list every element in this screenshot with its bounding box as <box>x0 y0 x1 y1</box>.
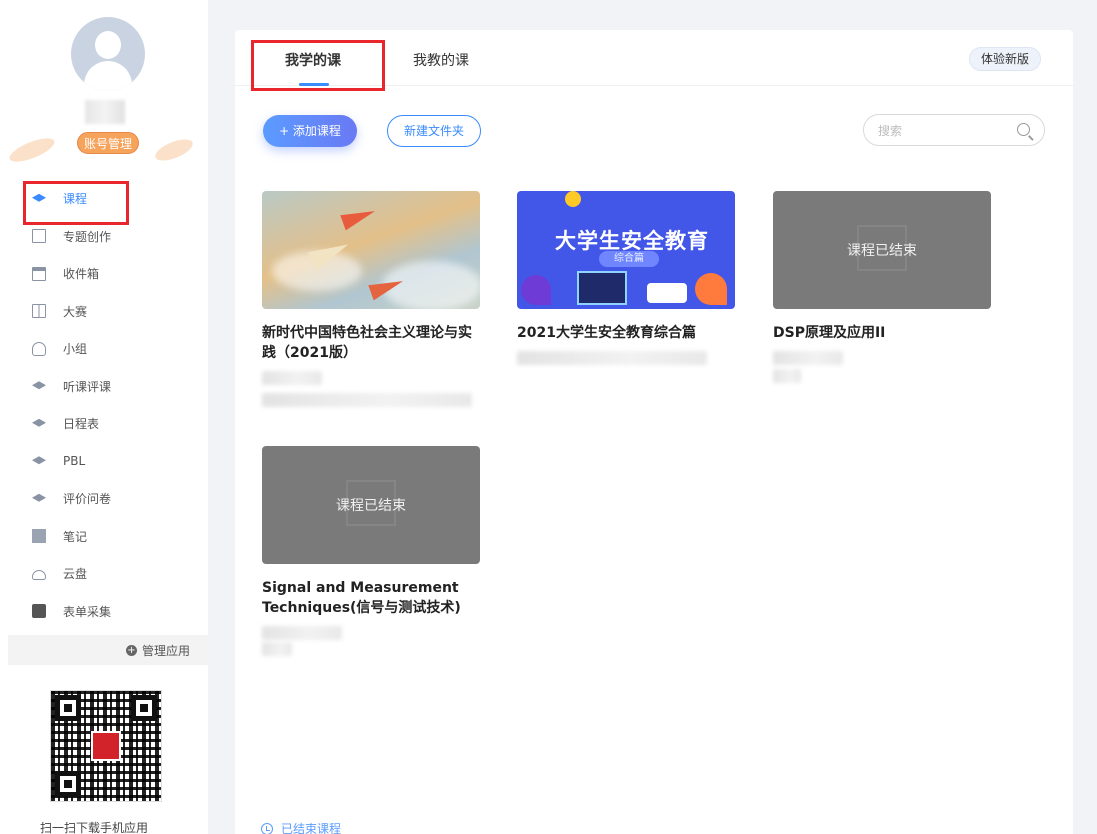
sidebar-item-contest[interactable]: 大赛 <box>0 293 208 331</box>
sidebar-item-label: 表单采集 <box>63 604 112 619</box>
tab-active-indicator <box>299 83 329 86</box>
avatar-head <box>95 31 121 59</box>
group-icon <box>32 341 46 356</box>
profile-panel: 账号管理 <box>0 0 208 172</box>
sidebar-item-survey[interactable]: 评价问卷 <box>0 480 208 518</box>
course-card[interactable]: 大学生安全教育 综合篇 2021大学生安全教育综合篇 <box>517 191 735 365</box>
sidebar-item-lesson-review[interactable]: 听课评课 <box>0 368 208 406</box>
paper-plane-icon <box>340 203 378 231</box>
graduation-cap-icon <box>32 454 46 468</box>
sidebar-item-label: 课程 <box>63 192 88 207</box>
ended-courses-link[interactable]: 已结束课程 <box>261 820 341 834</box>
course-teacher-blurred <box>773 351 843 365</box>
course-cover-paper-planes[interactable] <box>262 191 480 309</box>
sidebar-item-label: 专题创作 <box>63 229 112 244</box>
course-cover-safety-education[interactable]: 大学生安全教育 综合篇 <box>517 191 735 309</box>
course-info-blurred <box>517 351 707 365</box>
ended-courses-label: 已结束课程 <box>281 822 342 834</box>
sidebar-item-form-collection[interactable]: 表单采集 <box>0 593 208 631</box>
course-card[interactable]: 新时代中国特色社会主义理论与实践（2021版） <box>262 191 480 407</box>
cover-tag: 综合篇 <box>599 251 659 267</box>
course-cover-ended[interactable]: 课程已结束 <box>773 191 991 309</box>
sidebar-item-group[interactable]: 小组 <box>0 330 208 368</box>
sidebar-item-label: 日程表 <box>63 417 100 432</box>
cover-sun <box>565 191 581 207</box>
course-title[interactable]: 新时代中国特色社会主义理论与实践（2021版） <box>262 323 480 363</box>
search-input[interactable] <box>878 121 998 141</box>
search-icon[interactable] <box>1017 123 1030 136</box>
cloud-icon <box>32 570 46 581</box>
tab-bar: 我学的课 我教的课 体验新版 <box>235 30 1073 86</box>
cover-screen <box>577 271 627 305</box>
account-manage-button[interactable]: 账号管理 <box>77 132 139 154</box>
cover-leaf <box>695 273 727 305</box>
avatar-body <box>84 61 132 91</box>
course-teacher-blurred <box>262 626 342 640</box>
qr-code <box>50 690 162 802</box>
course-card[interactable]: 课程已结束 DSP原理及应用II <box>773 191 991 383</box>
course-info-blurred <box>262 393 472 407</box>
sidebar-item-label: 收件箱 <box>63 267 100 282</box>
inbox-icon <box>32 266 46 281</box>
note-icon <box>32 529 46 544</box>
add-course-button[interactable]: + 添加课程 <box>263 115 357 147</box>
new-folder-button[interactable]: 新建文件夹 <box>387 115 481 147</box>
cover-leaf <box>521 275 551 305</box>
video-icon <box>32 604 46 619</box>
sidebar-item-courses[interactable]: 课程 <box>0 180 208 218</box>
course-card[interactable]: 课程已结束 Signal and Measurement Techniques(… <box>262 446 480 656</box>
clock-icon <box>261 822 273 834</box>
qr-corner <box>55 771 81 797</box>
sidebar-item-label: 听课评课 <box>63 379 112 394</box>
search-box <box>863 114 1045 146</box>
sidebar-item-label: 云盘 <box>63 567 88 582</box>
cover-book <box>647 283 687 303</box>
sidebar-item-topic-creation[interactable]: 专题创作 <box>0 218 208 256</box>
avatar[interactable] <box>71 17 145 91</box>
course-title[interactable]: DSP原理及应用II <box>773 323 991 343</box>
qr-corner <box>131 695 157 721</box>
app-logo-icon <box>91 731 121 761</box>
qr-corner <box>55 695 81 721</box>
sidebar-item-label: 小组 <box>63 342 88 357</box>
sidebar-item-label: PBL <box>63 454 86 469</box>
course-info-blurred <box>262 642 292 656</box>
window-icon <box>32 229 46 244</box>
graduation-cap-icon <box>32 417 46 431</box>
plus-circle-icon: + <box>125 644 137 656</box>
manage-apps-button[interactable]: + 管理应用 <box>8 635 208 665</box>
course-title[interactable]: 2021大学生安全教育综合篇 <box>517 323 735 343</box>
graduation-cap-icon <box>32 379 46 393</box>
try-new-version-button[interactable]: 体验新版 <box>969 47 1041 71</box>
main-panel: 我学的课 我教的课 体验新版 + 添加课程 新建文件夹 新时代中国特色社会主义理… <box>235 30 1073 834</box>
tab-my-courses[interactable]: 我学的课 <box>285 50 341 70</box>
course-teacher-blurred <box>262 371 322 385</box>
course-ended-label: 课程已结束 <box>847 243 917 259</box>
course-ended-label: 课程已结束 <box>336 498 406 514</box>
manage-apps-label: 管理应用 <box>141 643 190 658</box>
sidebar-item-label: 大赛 <box>63 304 88 319</box>
sidebar-nav: 课程 专题创作 收件箱 大赛 小组 听课评课 日程表 PBL 评价问卷 笔记 云… <box>0 180 208 630</box>
qr-caption: 扫一扫下载手机应用 <box>40 821 149 834</box>
sidebar-item-notes[interactable]: 笔记 <box>0 518 208 556</box>
sidebar-item-schedule[interactable]: 日程表 <box>0 405 208 443</box>
decor-wave-right <box>152 135 196 165</box>
course-cover-ended[interactable]: 课程已结束 <box>262 446 480 564</box>
sidebar-item-inbox[interactable]: 收件箱 <box>0 255 208 293</box>
decor-wave-left <box>6 133 58 167</box>
course-title[interactable]: Signal and Measurement Techniques(信号与测试技… <box>262 578 480 618</box>
sidebar-item-cloud-disk[interactable]: 云盘 <box>0 555 208 593</box>
sidebar-item-label: 笔记 <box>63 529 88 544</box>
tab-teaching-courses[interactable]: 我教的课 <box>413 50 469 70</box>
book-icon <box>32 304 46 319</box>
username-blurred <box>85 100 125 124</box>
sidebar: 账号管理 课程 专题创作 收件箱 大赛 小组 听课评课 日程表 PBL 评价问卷… <box>0 0 208 834</box>
sidebar-item-pbl[interactable]: PBL <box>0 443 208 481</box>
sidebar-item-label: 评价问卷 <box>63 492 112 507</box>
graduation-cap-icon <box>32 492 46 506</box>
course-info-blurred <box>773 369 801 383</box>
graduation-cap-icon <box>32 192 46 206</box>
